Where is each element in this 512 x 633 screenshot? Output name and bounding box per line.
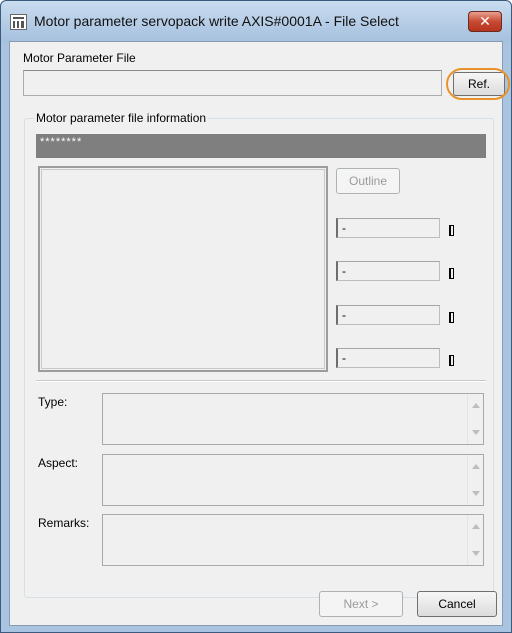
scroll-down-icon[interactable] <box>472 430 480 435</box>
motor-parameter-file-label: Motor Parameter File <box>23 51 136 65</box>
scroll-down-icon[interactable] <box>472 491 480 496</box>
scroll-down-icon[interactable] <box>472 551 480 556</box>
next-button[interactable]: Next > <box>319 591 403 617</box>
remarks-label: Remarks: <box>38 516 90 530</box>
remarks-field[interactable] <box>102 514 484 566</box>
unit-indicator-3 <box>449 312 454 323</box>
application-icon <box>10 14 27 30</box>
unit-indicator-4 <box>449 355 454 366</box>
aspect-label: Aspect: <box>38 456 79 470</box>
remarks-scrollbar[interactable] <box>467 515 483 565</box>
outline-button[interactable]: Outline <box>336 168 400 194</box>
file-select-window: Motor parameter servopack write AXIS#000… <box>0 0 512 633</box>
aspect-field[interactable] <box>102 454 484 506</box>
aspect-scrollbar[interactable] <box>467 455 483 505</box>
group-title: Motor parameter file information <box>34 111 209 125</box>
value-field-3: - <box>336 305 440 325</box>
scroll-up-icon[interactable] <box>472 524 480 529</box>
divider <box>36 380 486 382</box>
dialog-body: Motor Parameter File Ref. Motor paramete… <box>9 41 510 626</box>
cancel-button[interactable]: Cancel <box>417 591 497 617</box>
motor-image-box <box>38 166 328 372</box>
type-scrollbar[interactable] <box>467 394 483 444</box>
close-icon[interactable]: ✕ <box>468 11 502 32</box>
value-field-2: - <box>336 261 440 281</box>
window-title: Motor parameter servopack write AXIS#000… <box>34 13 399 29</box>
value-field-1: - <box>336 218 440 238</box>
motor-parameter-file-field[interactable] <box>23 70 442 96</box>
unit-indicator-1 <box>449 225 454 236</box>
unit-indicator-2 <box>449 268 454 279</box>
ref-button-highlight-ring <box>446 68 510 100</box>
type-field[interactable] <box>102 393 484 445</box>
value-field-4: - <box>336 348 440 368</box>
title-bar[interactable]: Motor parameter servopack write AXIS#000… <box>1 1 511 41</box>
file-header-bar: ******** <box>36 134 486 158</box>
type-label: Type: <box>38 395 68 409</box>
scroll-up-icon[interactable] <box>472 464 480 469</box>
scroll-up-icon[interactable] <box>472 403 480 408</box>
